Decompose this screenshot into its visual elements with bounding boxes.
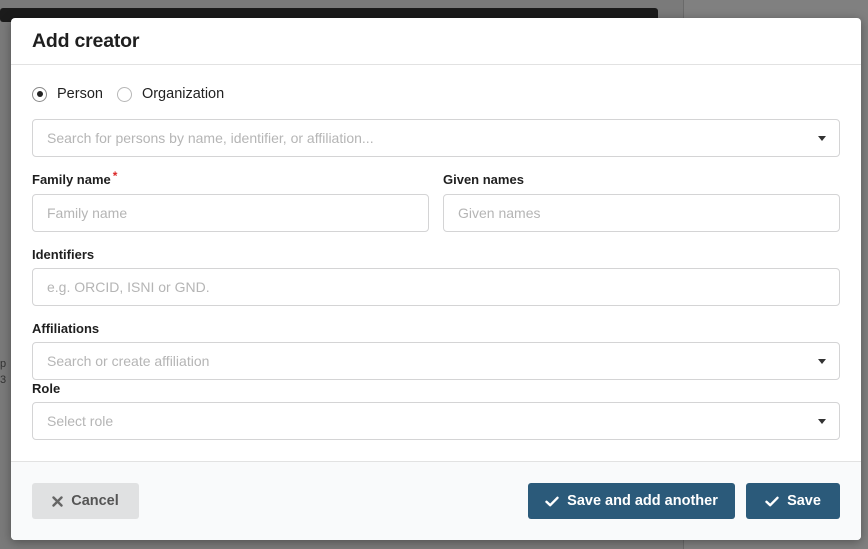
role-placeholder: Select role bbox=[47, 413, 114, 429]
role-label: Role bbox=[32, 381, 61, 396]
given-names-placeholder: Given names bbox=[458, 205, 541, 221]
radio-label-person: Person bbox=[57, 86, 103, 102]
save-and-add-another-button[interactable]: Save and add another bbox=[528, 483, 735, 519]
radio-label-organization: Organization bbox=[141, 86, 225, 102]
save-button[interactable]: Save bbox=[746, 483, 840, 519]
creator-type-radio-group: Person Organization bbox=[32, 86, 238, 102]
radio-button-unchecked[interactable] bbox=[116, 86, 132, 102]
caret-down-icon bbox=[818, 359, 826, 364]
radio-button-checked[interactable] bbox=[32, 86, 47, 102]
modal-title: Add creator bbox=[32, 30, 140, 52]
person-search-placeholder: Search for persons by name, identifier, … bbox=[47, 130, 374, 146]
family-name-label: Family name * bbox=[32, 169, 118, 187]
cancel-button-label: Cancel bbox=[71, 493, 119, 509]
affiliations-label: Affiliations bbox=[32, 321, 100, 336]
given-names-input[interactable]: Given names bbox=[443, 194, 840, 232]
identifiers-input[interactable]: e.g. ORCID, ISNI or GND. bbox=[32, 268, 840, 306]
person-search-dropdown[interactable]: Search for persons by name, identifier, … bbox=[32, 119, 840, 157]
caret-down-icon bbox=[818, 419, 826, 424]
family-name-input[interactable]: Family name bbox=[32, 194, 429, 232]
add-creator-modal: Add creator Person Organization Search f… bbox=[11, 18, 861, 540]
background-text: p bbox=[0, 358, 7, 370]
radio-person[interactable]: Person bbox=[32, 86, 103, 102]
radio-organization[interactable]: Organization bbox=[116, 86, 225, 102]
given-names-label: Given names bbox=[443, 172, 524, 187]
save-and-add-another-label: Save and add another bbox=[567, 493, 718, 509]
cancel-button[interactable]: Cancel bbox=[32, 483, 139, 519]
save-button-label: Save bbox=[787, 493, 821, 509]
checkmark-icon bbox=[545, 496, 559, 507]
role-dropdown[interactable]: Select role bbox=[32, 402, 840, 440]
affiliations-placeholder: Search or create affiliation bbox=[47, 353, 210, 369]
affiliations-dropdown[interactable]: Search or create affiliation bbox=[32, 342, 840, 380]
background-text: 3 bbox=[0, 374, 7, 386]
caret-down-icon bbox=[818, 136, 826, 141]
modal-footer: Cancel Save and add another Save bbox=[11, 461, 861, 540]
required-marker: * bbox=[112, 169, 118, 183]
modal-header: Add creator bbox=[11, 18, 861, 65]
modal-body: Person Organization Search for persons b… bbox=[11, 65, 861, 461]
close-icon bbox=[52, 495, 63, 507]
identifiers-placeholder: e.g. ORCID, ISNI or GND. bbox=[47, 279, 210, 295]
family-name-placeholder: Family name bbox=[47, 205, 128, 221]
checkmark-icon bbox=[765, 496, 779, 507]
identifiers-label: Identifiers bbox=[32, 247, 95, 262]
family-name-label-text: Family name bbox=[32, 172, 111, 187]
